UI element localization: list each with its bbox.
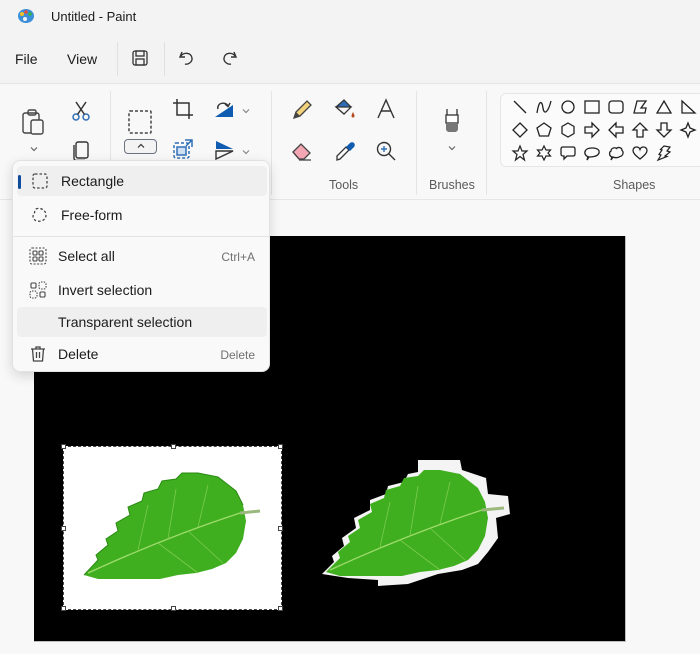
chevron-down-icon[interactable] — [447, 143, 457, 153]
lightning-shape-icon[interactable] — [655, 144, 673, 162]
magnifier-icon[interactable] — [374, 139, 398, 163]
resize-handle[interactable] — [61, 526, 66, 531]
menu-item-label: Free-form — [61, 207, 123, 223]
leaf-image — [83, 472, 261, 579]
rounded-rectangle-shape-icon[interactable] — [607, 98, 625, 116]
selection-menu: Rectangle Free-form Select all Ctrl+A In… — [12, 160, 270, 372]
right-triangle-shape-icon[interactable] — [679, 98, 697, 116]
menu-item-label: Invert selection — [58, 282, 153, 298]
oval-shape-icon[interactable] — [559, 98, 577, 116]
brush-icon[interactable] — [440, 107, 464, 137]
menu-bar: File View — [0, 34, 700, 84]
menu-item-label: Delete — [58, 346, 99, 362]
menu-item-label: Transparent selection — [58, 314, 193, 330]
menu-separator — [164, 42, 165, 76]
polygon-shape-icon[interactable] — [631, 98, 649, 116]
color-picker-icon[interactable] — [333, 139, 357, 163]
cut-icon[interactable] — [69, 99, 93, 123]
left-arrow-shape-icon[interactable] — [607, 121, 625, 139]
menu-item-transparent-selection[interactable]: Transparent selection — [17, 307, 267, 337]
paste-icon[interactable] — [20, 108, 46, 136]
window-title: Untitled - Paint — [51, 9, 137, 24]
pentagon-shape-icon[interactable] — [535, 121, 553, 139]
ribbon-separator — [416, 91, 417, 195]
pasted-leaf-image — [322, 460, 510, 586]
cloud-callout-shape-icon[interactable] — [607, 144, 625, 162]
select-all-icon — [29, 247, 47, 265]
chevron-down-icon[interactable] — [241, 147, 251, 157]
resize-handle[interactable] — [278, 526, 283, 531]
menu-separator — [13, 236, 269, 237]
menu-item-delete[interactable]: Delete Delete — [17, 339, 267, 369]
selection-box[interactable] — [61, 444, 283, 611]
line-shape-icon[interactable] — [511, 98, 529, 116]
down-arrow-shape-icon[interactable] — [655, 121, 673, 139]
brushes-label: Brushes — [429, 178, 475, 192]
four-point-star-shape-icon[interactable] — [679, 121, 697, 139]
rounded-callout-shape-icon[interactable] — [559, 144, 577, 162]
diamond-shape-icon[interactable] — [511, 121, 529, 139]
chevron-up-icon — [137, 143, 145, 148]
pencil-icon[interactable] — [290, 98, 314, 122]
title-bar: Untitled - Paint — [0, 0, 700, 34]
rectangle-select-icon — [32, 173, 48, 189]
resize-handle[interactable] — [278, 606, 283, 611]
menu-separator — [117, 42, 118, 76]
chevron-down-icon[interactable] — [29, 144, 39, 154]
shapes-gallery — [500, 93, 700, 167]
triangle-shape-icon[interactable] — [655, 98, 673, 116]
rectangle-shape-icon[interactable] — [583, 98, 601, 116]
fill-icon[interactable] — [333, 97, 357, 121]
ribbon-separator — [486, 91, 487, 195]
flip-icon[interactable] — [212, 138, 236, 162]
eraser-icon[interactable] — [290, 139, 314, 163]
undo-icon[interactable] — [177, 48, 197, 68]
right-arrow-shape-icon[interactable] — [583, 121, 601, 139]
menu-item-select-all[interactable]: Select all Ctrl+A — [17, 241, 267, 271]
oval-callout-shape-icon[interactable] — [583, 144, 601, 162]
resize-handle[interactable] — [61, 444, 66, 449]
hexagon-shape-icon[interactable] — [559, 121, 577, 139]
chevron-down-icon[interactable] — [241, 106, 251, 116]
six-point-star-shape-icon[interactable] — [535, 144, 553, 162]
five-point-star-shape-icon[interactable] — [511, 144, 529, 162]
shapes-label: Shapes — [613, 178, 656, 192]
save-icon[interactable] — [130, 48, 150, 68]
selection-options-button[interactable] — [124, 139, 157, 154]
freeform-select-icon — [32, 207, 47, 222]
menu-item-label: Select all — [58, 248, 115, 264]
file-menu[interactable]: File — [15, 51, 38, 67]
view-menu[interactable]: View — [67, 51, 97, 67]
menu-item-invert-selection[interactable]: Invert selection — [17, 275, 267, 305]
heart-shape-icon[interactable] — [631, 144, 649, 162]
rectangle-select-icon[interactable] — [127, 109, 153, 135]
ribbon-separator — [271, 91, 272, 195]
tools-label: Tools — [329, 178, 359, 192]
resize-handle[interactable] — [171, 606, 176, 611]
resize-handle[interactable] — [171, 444, 176, 449]
curve-shape-icon[interactable] — [535, 98, 553, 116]
redo-icon[interactable] — [219, 48, 239, 68]
shortcut-label: Delete — [220, 348, 255, 362]
invert-selection-icon — [29, 281, 47, 299]
menu-item-label: Rectangle — [61, 173, 125, 189]
rotate-icon[interactable] — [212, 97, 236, 121]
menu-item-free-form[interactable]: Free-form — [17, 200, 267, 230]
paint-palette-icon — [18, 9, 34, 23]
trash-icon — [31, 346, 45, 362]
resize-handle[interactable] — [61, 606, 66, 611]
shortcut-label: Ctrl+A — [221, 250, 255, 264]
resize-icon[interactable] — [171, 138, 195, 162]
up-arrow-shape-icon[interactable] — [631, 121, 649, 139]
text-icon[interactable] — [374, 97, 398, 121]
selected-indicator — [18, 175, 21, 189]
crop-icon[interactable] — [171, 97, 195, 121]
resize-handle[interactable] — [278, 444, 283, 449]
menu-item-rectangle[interactable]: Rectangle — [17, 166, 267, 196]
